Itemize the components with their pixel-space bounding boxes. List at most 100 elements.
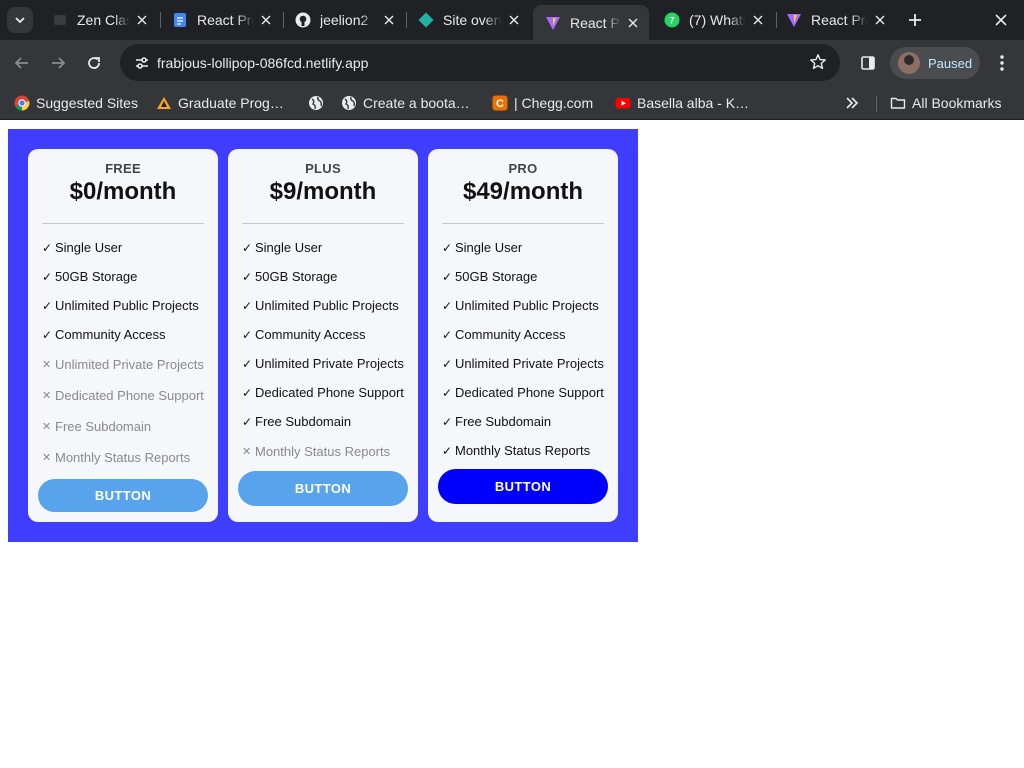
tab-search-button[interactable] bbox=[7, 7, 33, 33]
cross-icon: ✕ bbox=[42, 359, 52, 371]
check-icon: ✓ bbox=[242, 240, 253, 255]
reload-button[interactable] bbox=[80, 49, 108, 77]
avatar bbox=[898, 52, 920, 74]
cross-icon: ✕ bbox=[42, 421, 52, 433]
side-panel-button[interactable] bbox=[854, 49, 882, 77]
browser-tab-4[interactable]: React Project bbox=[533, 5, 649, 40]
all-bookmarks-button[interactable]: All Bookmarks bbox=[890, 91, 1001, 115]
feature-label: Free Subdomain bbox=[255, 414, 352, 429]
feature-label: Dedicated Phone Support bbox=[455, 385, 604, 400]
plan-tier-label: PRO bbox=[508, 161, 538, 176]
bookmark-star-button[interactable] bbox=[806, 50, 830, 74]
bee-icon bbox=[156, 95, 172, 111]
tab-title: React Project bbox=[811, 12, 868, 28]
close-tab-icon[interactable] bbox=[625, 15, 641, 31]
vite-icon bbox=[786, 12, 802, 28]
bookmarks-divider bbox=[876, 96, 877, 112]
check-icon: ✓ bbox=[242, 269, 253, 284]
plan-price: $49/month bbox=[462, 178, 584, 205]
profile-button[interactable]: Paused bbox=[890, 47, 980, 79]
check-icon: ✓ bbox=[242, 356, 253, 371]
bookmark-item-chegg[interactable]: C | Chegg.com bbox=[492, 91, 593, 115]
feature-list: ✓ Single User ✓ 50GB Storage ✓ Unlimited Publ… bbox=[242, 233, 404, 467]
close-tab-icon[interactable] bbox=[750, 12, 766, 28]
feature-included: ✓ Free Subdomain bbox=[242, 407, 404, 436]
browser-tab-3[interactable]: Site overview bbox=[406, 5, 530, 35]
pro-plan-button[interactable]: BUTTON bbox=[438, 469, 608, 504]
feature-label: Unlimited Public Projects bbox=[255, 298, 399, 313]
feature-included: ✓ Dedicated Phone Support bbox=[442, 378, 604, 407]
browser-tab-2[interactable]: jeelion2 bbox=[283, 5, 405, 35]
browser-tab-0[interactable]: Zen Class bbox=[40, 5, 158, 35]
globe-icon bbox=[341, 95, 357, 111]
bookmark-item-create-a-boota[interactable]: Create a boota… bbox=[341, 91, 470, 115]
site-info-button[interactable] bbox=[128, 49, 156, 76]
check-icon: ✓ bbox=[442, 443, 453, 458]
feature-included: ✓ Community Access bbox=[242, 320, 404, 349]
bookmark-item-suggested-sites[interactable]: Suggested Sites bbox=[14, 91, 138, 115]
feature-included: ✓ Single User bbox=[242, 233, 404, 262]
feature-excluded: ✕ Monthly Status Reports bbox=[242, 436, 404, 467]
github-icon bbox=[295, 12, 311, 28]
cross-icon: ✕ bbox=[242, 446, 252, 458]
feature-included: ✓ Unlimited Public Projects bbox=[242, 291, 404, 320]
close-icon bbox=[995, 14, 1007, 26]
folder-icon bbox=[890, 95, 906, 111]
pricing-card-free: FREE $0/month ✓ Single User ✓ 50GB Storage ✓ Un… bbox=[28, 149, 218, 522]
browser-tab-1[interactable]: React Project bbox=[160, 5, 282, 35]
browser-tab-6[interactable]: React Project bbox=[774, 5, 896, 35]
svg-text:C: C bbox=[496, 98, 504, 110]
plan-price: $9/month bbox=[269, 178, 377, 205]
feature-label: Monthly Status Reports bbox=[455, 443, 591, 458]
browser-tab-5[interactable]: 7 (7) WhatsApp bbox=[652, 5, 774, 35]
feature-label: Single User bbox=[255, 240, 323, 255]
check-icon: ✓ bbox=[442, 269, 453, 284]
window-close-button[interactable] bbox=[989, 8, 1013, 32]
new-tab-button[interactable] bbox=[903, 8, 927, 32]
check-icon: ✓ bbox=[242, 298, 253, 313]
check-icon: ✓ bbox=[442, 298, 453, 313]
check-icon: ✓ bbox=[442, 327, 453, 342]
feature-included: ✓ Unlimited Public Projects bbox=[442, 291, 604, 320]
close-tab-icon[interactable] bbox=[506, 12, 522, 28]
close-tab-icon[interactable] bbox=[872, 12, 888, 28]
feature-label: Free Subdomain bbox=[55, 419, 152, 434]
bookmarks-bar: Suggested Sites Graduate Prog… Create a … bbox=[0, 86, 1024, 120]
close-tab-icon[interactable] bbox=[381, 12, 397, 28]
address-bar[interactable]: frabjous-lollipop-086fcd.netlify.app bbox=[120, 44, 840, 81]
feature-label: Unlimited Public Projects bbox=[55, 298, 199, 313]
free-plan-button[interactable]: BUTTON bbox=[38, 479, 208, 512]
check-icon: ✓ bbox=[42, 298, 53, 313]
forward-button[interactable] bbox=[44, 49, 72, 77]
bookmark-item-basella-alba[interactable]: Basella alba - K… bbox=[615, 91, 749, 115]
page-viewport: FREE $0/month ✓ Single User ✓ 50GB Storage ✓ Un… bbox=[0, 121, 1024, 768]
check-icon: ✓ bbox=[242, 385, 253, 400]
feature-included: ✓ Dedicated Phone Support bbox=[242, 378, 404, 407]
feature-excluded: ✕ Monthly Status Reports bbox=[42, 442, 204, 473]
tab-title: jeelion2 bbox=[320, 12, 369, 28]
whatsapp-icon: 7 bbox=[664, 12, 680, 28]
star-icon bbox=[810, 54, 826, 70]
feature-label: Community Access bbox=[55, 327, 166, 342]
more-bookmarks-button[interactable] bbox=[840, 91, 864, 115]
close-tab-icon[interactable] bbox=[134, 12, 150, 28]
feature-label: Single User bbox=[55, 240, 123, 255]
pricing-card-plus: PLUS $9/month ✓ Single User ✓ 50GB Storage ✓ Un… bbox=[228, 149, 418, 522]
reload-icon bbox=[88, 57, 100, 69]
feature-label: Unlimited Private Projects bbox=[455, 356, 604, 371]
bookmark-item-globe[interactable] bbox=[308, 91, 330, 115]
netlify-icon bbox=[418, 12, 434, 28]
close-tab-icon[interactable] bbox=[258, 12, 274, 28]
tune-icon bbox=[136, 56, 148, 69]
menu-button[interactable] bbox=[988, 49, 1016, 77]
bookmark-item-graduate-prog[interactable]: Graduate Prog… bbox=[156, 91, 284, 115]
check-icon: ✓ bbox=[442, 414, 453, 429]
feature-list: ✓ Single User ✓ 50GB Storage ✓ Unlimited Publ… bbox=[442, 233, 604, 465]
arrow-right-icon bbox=[52, 57, 66, 69]
feature-label: Single User bbox=[455, 240, 523, 255]
back-button[interactable] bbox=[8, 49, 36, 77]
feature-included: ✓ Community Access bbox=[42, 320, 204, 349]
whatsapp-badge: 7 bbox=[669, 16, 674, 26]
plus-plan-button[interactable]: BUTTON bbox=[238, 471, 408, 506]
feature-label: Unlimited Public Projects bbox=[455, 298, 599, 313]
